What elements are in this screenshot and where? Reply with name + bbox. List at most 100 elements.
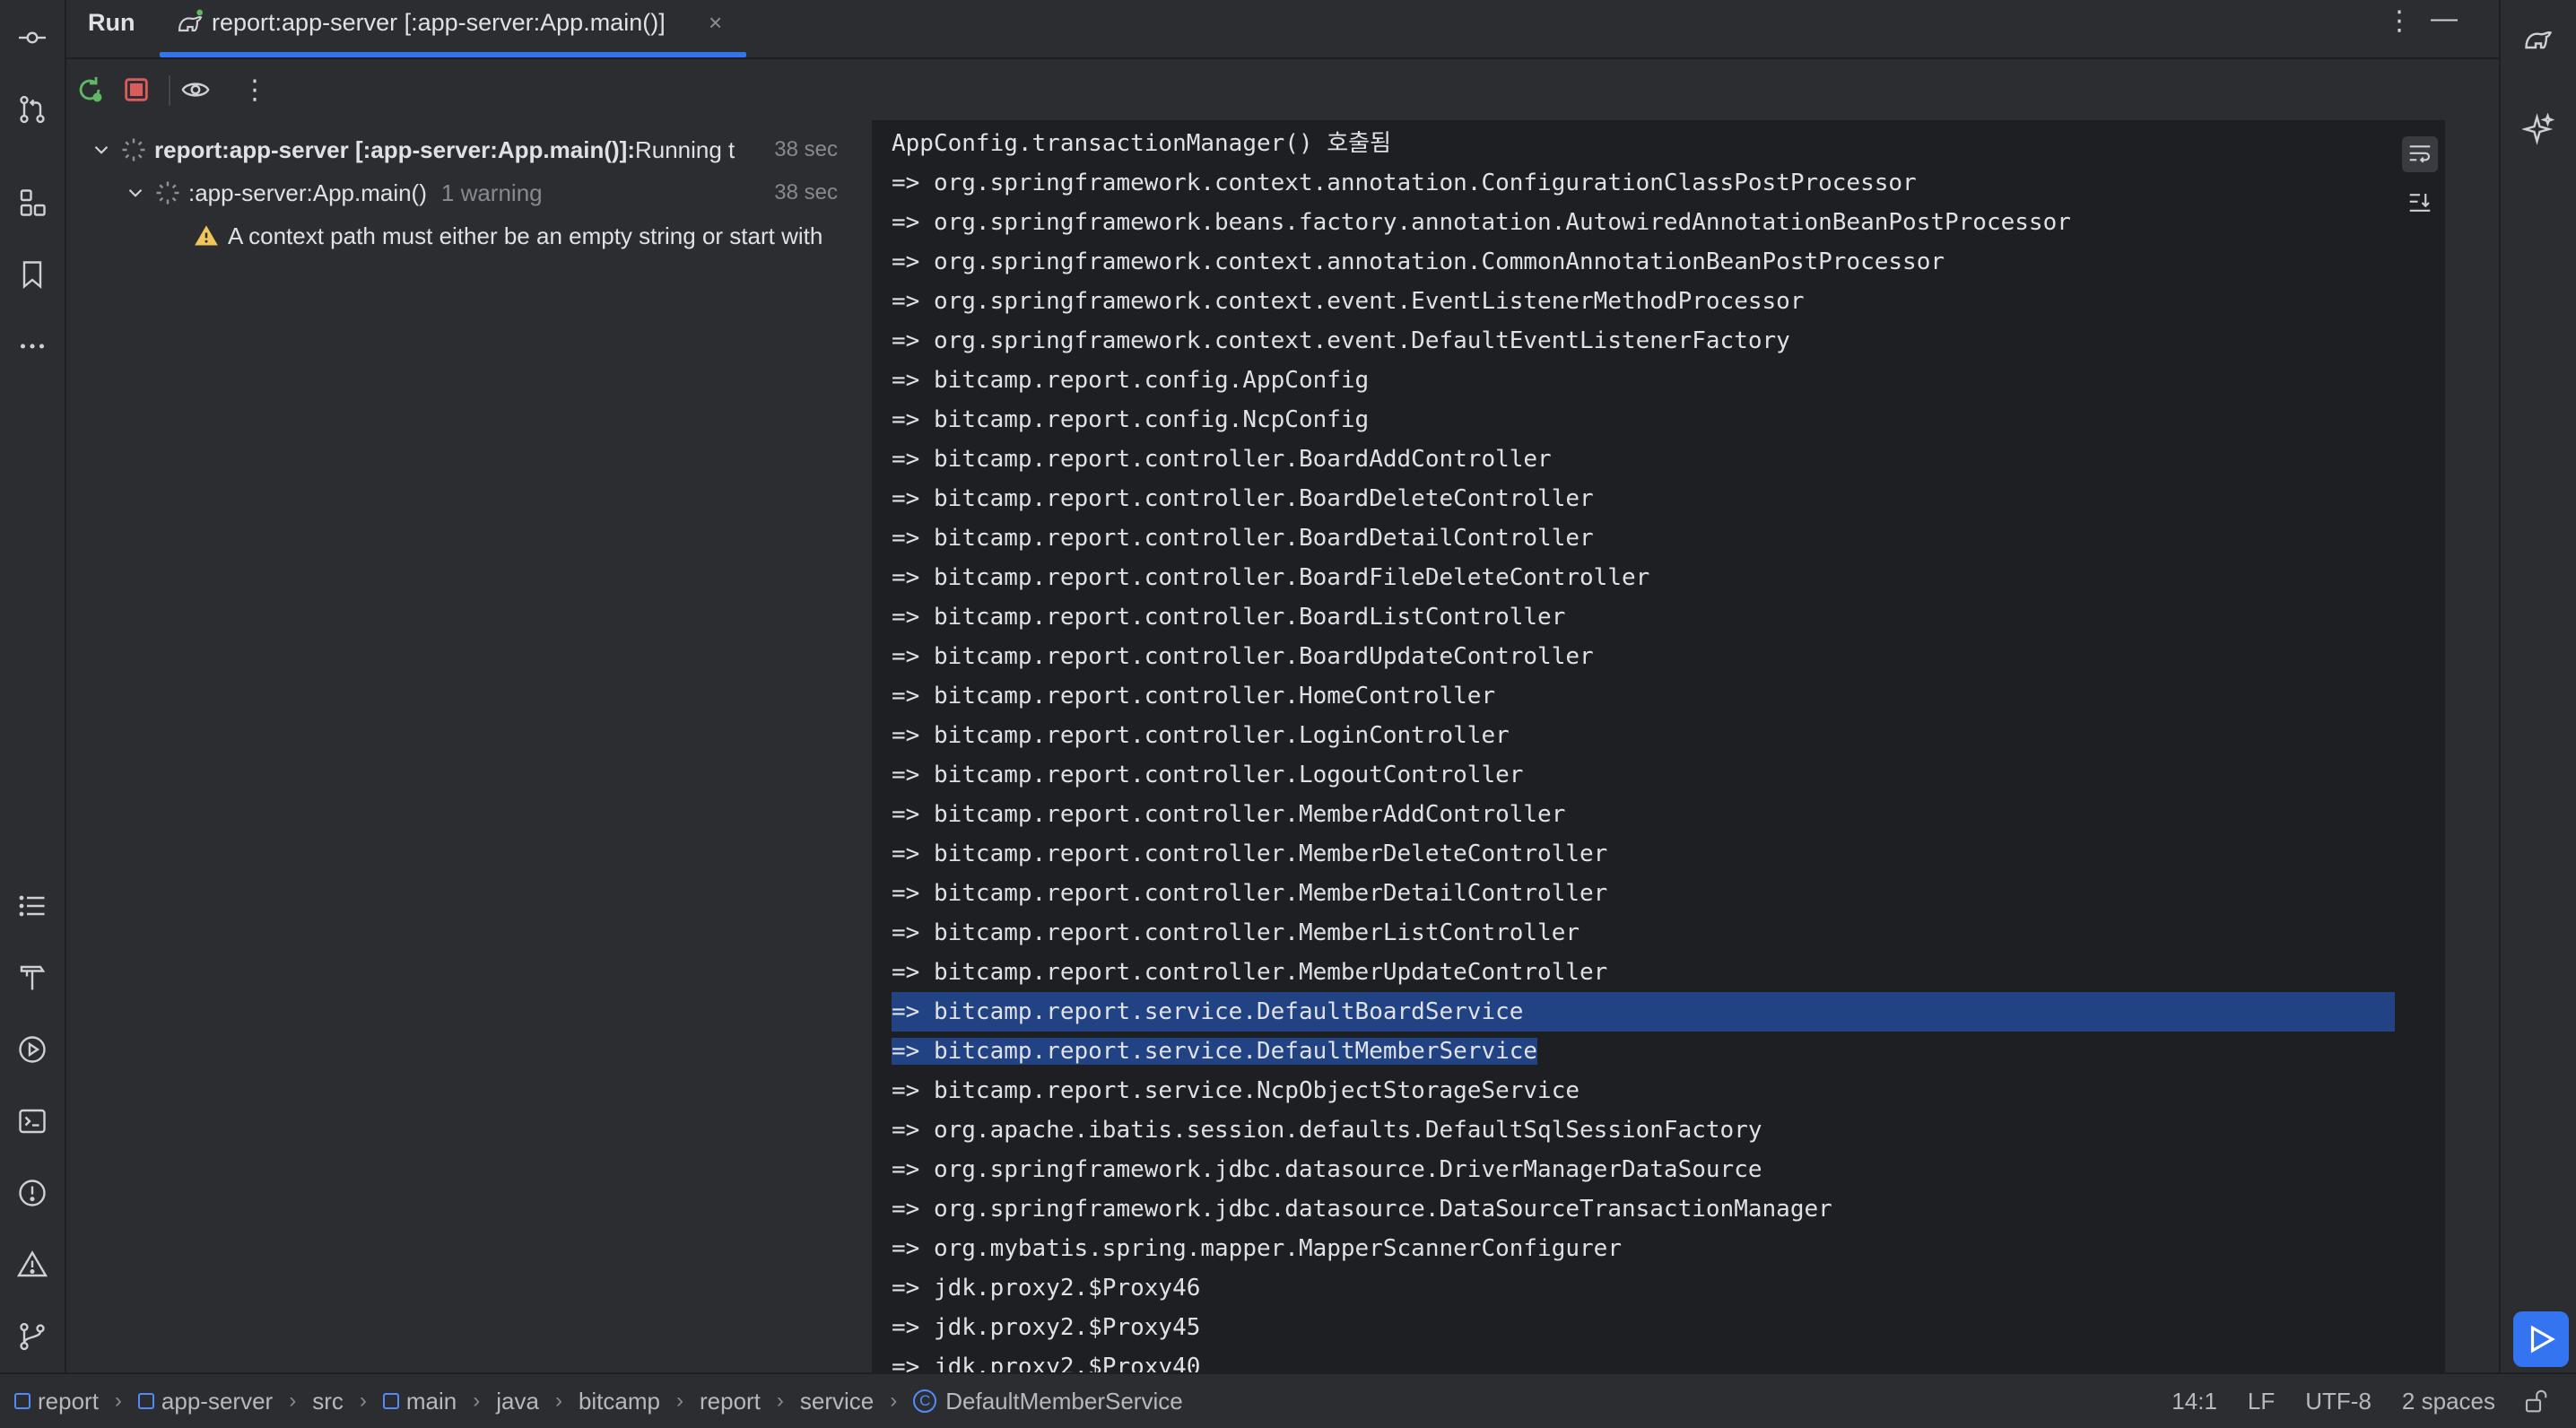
rerun-button[interactable]	[72, 72, 108, 108]
warning-icon	[194, 223, 219, 248]
run-config-tab[interactable]: report:app-server [:app-server:App.main(…	[160, 0, 743, 57]
run-tree-warning-row[interactable]: A context path must either be an empty s…	[194, 215, 870, 257]
root-task-time: 38 sec	[767, 137, 838, 162]
spinner-icon	[120, 136, 147, 163]
toolbar-more-icon[interactable]: ⋮	[237, 72, 273, 108]
gradle-elephant-icon[interactable]	[2519, 20, 2558, 59]
breadcrumb-label: app-server	[161, 1387, 274, 1415]
console-side-toolbar	[2395, 120, 2445, 1374]
breadcrumb-label: bitcamp	[578, 1387, 660, 1415]
module-icon	[137, 1393, 154, 1409]
console-line: => bitcamp.report.controller.MemberAddCo…	[892, 801, 1566, 828]
run-tree-child-row[interactable]: :app-server:App.main() 1 warning 38 sec	[124, 172, 870, 213]
chevron-right-icon: ›	[554, 1389, 562, 1413]
tab-close-icon[interactable]: ×	[709, 9, 722, 37]
indent-setting[interactable]: 2 spaces	[2402, 1388, 2495, 1415]
console-output[interactable]: AppConfig.transactionManager() 호출됨 => org…	[872, 120, 2445, 1374]
console-line: => bitcamp.report.controller.BoardFileDe…	[892, 564, 1650, 591]
console-line: => bitcamp.report.controller.BoardUpdate…	[892, 643, 1594, 670]
console-line: => bitcamp.report.controller.LogoutContr…	[892, 762, 1524, 788]
breadcrumb-item[interactable]: report	[700, 1388, 761, 1415]
console-line: => bitcamp.report.controller.BoardListCo…	[892, 604, 1566, 631]
module-icon	[382, 1393, 399, 1409]
active-tab-indicator	[160, 52, 746, 57]
console-line: AppConfig.transactionManager() 호출됨	[892, 130, 1392, 157]
console-line: => jdk.proxy2.$Proxy46	[892, 1275, 1201, 1302]
console-line: => bitcamp.report.controller.LoginContro…	[892, 722, 1510, 749]
breadcrumb-item[interactable]: app-server	[137, 1387, 274, 1415]
console-line: => bitcamp.report.controller.BoardDelete…	[892, 485, 1594, 512]
stop-button[interactable]	[118, 72, 154, 108]
more-tools-icon[interactable]	[13, 327, 52, 366]
scroll-to-end-icon[interactable]	[2402, 185, 2438, 221]
line-separator[interactable]: LF	[2248, 1388, 2275, 1415]
minimize-icon[interactable]: —	[2431, 4, 2458, 34]
ai-assistant-sparkle-icon[interactable]	[2519, 109, 2558, 149]
todo-list-icon[interactable]	[13, 886, 52, 926]
breadcrumb-label: java	[496, 1387, 539, 1415]
breadcrumb-item[interactable]: src	[312, 1388, 344, 1415]
spinner-icon	[154, 179, 181, 206]
child-task-label: :app-server:App.main()	[188, 178, 427, 206]
console-line: => org.apache.ibatis.session.defaults.De…	[892, 1117, 1762, 1144]
unlock-icon[interactable]	[2522, 1388, 2549, 1415]
breadcrumb-item[interactable]: java	[496, 1388, 539, 1415]
breadcrumb-label: src	[312, 1387, 344, 1415]
console-line: => bitcamp.report.service.DefaultMemberS…	[892, 1032, 2445, 1071]
console-line: => bitcamp.report.service.DefaultBoardSe…	[892, 992, 2445, 1032]
tool-window-title: Run	[88, 9, 135, 36]
chevron-down-icon[interactable]	[90, 138, 113, 161]
child-task-time: 38 sec	[767, 180, 838, 205]
chevron-right-icon: ›	[359, 1389, 367, 1413]
run-tree-root-row[interactable]: report:app-server [:app-server:App.main(…	[90, 129, 870, 170]
breadcrumb-item[interactable]: report	[14, 1388, 99, 1415]
child-task-warning-count: 1 warning	[440, 178, 543, 206]
chevron-right-icon: ›	[890, 1389, 898, 1413]
breadcrumb-item[interactable]: main	[382, 1388, 457, 1415]
console-line: => bitcamp.report.config.NcpConfig	[892, 406, 1370, 433]
status-bar: report › app-server › src › main › java › bitcamp ›…	[0, 1372, 2576, 1428]
view-options-eye-button[interactable]	[178, 72, 213, 108]
warning-message: A context path must either be an empty s…	[228, 222, 823, 249]
options-menu-icon[interactable]: ⋮	[2386, 5, 2413, 37]
git-branch-icon[interactable]	[13, 1317, 52, 1356]
cursor-position[interactable]: 14:1	[2171, 1388, 2217, 1415]
pull-requests-icon[interactable]	[13, 90, 52, 129]
run-tree: report:app-server [:app-server:App.main(…	[66, 120, 870, 1374]
chevron-down-icon[interactable]	[124, 181, 147, 205]
left-tool-strip	[0, 0, 66, 1374]
chevron-right-icon: ›	[675, 1389, 683, 1413]
console-line: => bitcamp.report.controller.HomeControl…	[892, 683, 1496, 710]
bookmarks-icon[interactable]	[13, 255, 52, 294]
chevron-right-icon: ›	[114, 1389, 122, 1413]
structure-icon[interactable]	[13, 183, 52, 222]
chevron-right-icon: ›	[289, 1389, 297, 1413]
soft-wrap-icon[interactable]	[2402, 136, 2438, 172]
chevron-right-icon: ›	[776, 1389, 784, 1413]
run-widget-button[interactable]	[2513, 1311, 2569, 1367]
breadcrumb-label: service	[799, 1387, 875, 1415]
console-line: => bitcamp.report.config.AppConfig	[892, 367, 1370, 394]
commit-icon[interactable]	[13, 18, 52, 57]
breadcrumb-item[interactable]: service	[800, 1388, 874, 1415]
file-encoding[interactable]: UTF-8	[2305, 1388, 2371, 1415]
build-hammer-icon[interactable]	[13, 958, 52, 997]
breadcrumb: report › app-server › src › main › java › bitcamp ›…	[14, 1374, 1183, 1428]
console-line: => bitcamp.report.controller.MemberListC…	[892, 919, 1580, 946]
run-toolbar: ⋮	[66, 59, 2499, 120]
console-line: => org.springframework.jdbc.datasource.D…	[892, 1156, 1762, 1183]
console-line: => bitcamp.report.controller.MemberDelet…	[892, 840, 1608, 867]
console-line: => jdk.proxy2.$Proxy40	[892, 1354, 1201, 1374]
services-run-icon[interactable]	[13, 1030, 52, 1069]
warnings-icon[interactable]	[13, 1245, 52, 1284]
toolbar-divider	[169, 75, 170, 106]
gradle-running-icon	[176, 9, 205, 38]
console-line: => org.springframework.context.event.Def…	[892, 327, 1790, 354]
breadcrumb-item[interactable]: bitcamp	[579, 1388, 660, 1415]
console-line: => bitcamp.report.service.NcpObjectStora…	[892, 1077, 1580, 1104]
console-line: => bitcamp.report.controller.MemberDetai…	[892, 880, 1608, 907]
terminal-icon[interactable]	[13, 1101, 52, 1141]
problems-icon[interactable]	[13, 1173, 52, 1213]
breadcrumb-label: report	[699, 1387, 761, 1415]
breadcrumb-item[interactable]: C DefaultMemberService	[913, 1388, 1183, 1415]
